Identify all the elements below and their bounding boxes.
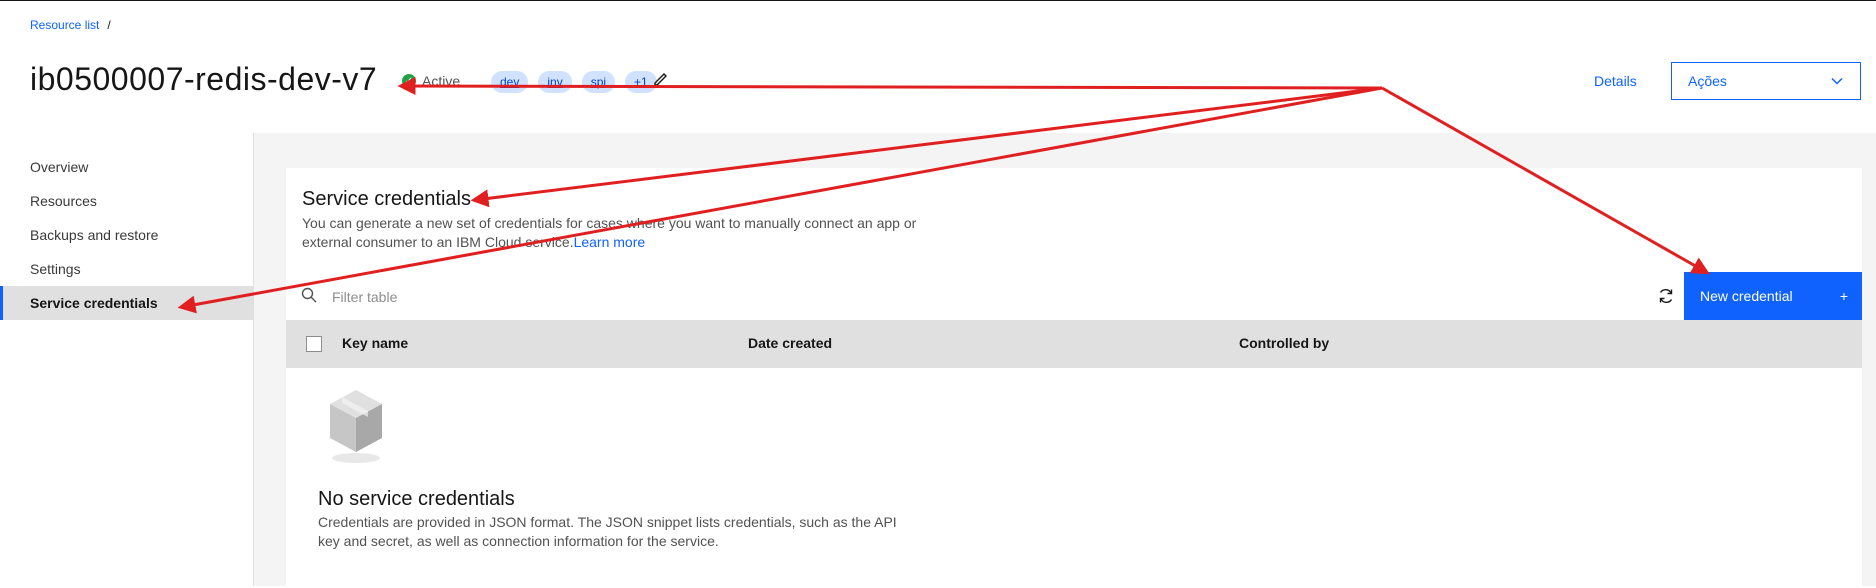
new-credential-label: New credential — [1700, 288, 1793, 304]
tag-dev[interactable]: dev — [491, 71, 529, 93]
sidebar-item-service-credentials[interactable]: Service credentials — [0, 286, 253, 320]
actions-dropdown[interactable]: Ações — [1671, 62, 1861, 100]
sidebar-item-settings[interactable]: Settings — [0, 252, 253, 286]
breadcrumb: Resource list / — [30, 18, 111, 32]
empty-box-icon — [330, 390, 382, 463]
tag-inv[interactable]: inv — [538, 71, 572, 93]
search-icon — [301, 287, 317, 303]
breadcrumb-resource-list-link[interactable]: Resource list — [30, 18, 99, 32]
details-link[interactable]: Details — [1594, 73, 1637, 89]
check-circle-icon: ✓ — [402, 74, 416, 88]
service-credentials-card: Service credentials You can generate a n… — [286, 168, 1862, 588]
new-credential-button[interactable]: New credential + — [1684, 272, 1862, 320]
page-title: ib0500007-redis-dev-v7 — [30, 61, 378, 97]
learn-more-link[interactable]: Learn more — [574, 234, 646, 250]
edit-pencil-icon[interactable] — [652, 70, 670, 88]
sidebar-item-resources[interactable]: Resources — [0, 184, 253, 218]
chevron-down-icon — [1831, 77, 1843, 85]
table-toolbar: New credential + — [286, 272, 1862, 320]
section-description: You can generate a new set of credential… — [302, 214, 942, 252]
table-header: Key name Date created Controlled by — [286, 320, 1862, 368]
column-header-date-created[interactable]: Date created — [748, 335, 832, 351]
empty-state-description: Credentials are provided in JSON format.… — [318, 514, 897, 549]
column-header-controlled-by[interactable]: Controlled by — [1239, 335, 1329, 351]
status-indicator: ✓ Active — [402, 73, 460, 89]
tag-list: dev inv spi +1 — [491, 71, 657, 93]
status-label: Active — [422, 73, 461, 89]
page-header: Resource list / ib0500007-redis-dev-v7 ✓… — [0, 1, 1876, 134]
select-all-checkbox[interactable] — [306, 336, 322, 352]
breadcrumb-separator: / — [107, 18, 111, 32]
sidebar-item-overview[interactable]: Overview — [0, 150, 253, 184]
section-title: Service credentials — [302, 188, 471, 210]
actions-dropdown-label: Ações — [1688, 73, 1727, 89]
filter-table-input[interactable] — [330, 282, 934, 312]
refresh-icon[interactable] — [1656, 286, 1676, 306]
sidebar-item-backups[interactable]: Backups and restore — [0, 218, 253, 252]
main-content: Service credentials You can generate a n… — [254, 133, 1876, 588]
tag-spi[interactable]: spi — [581, 71, 616, 93]
sidebar-nav: Overview Resources Backups and restore S… — [0, 133, 254, 586]
add-icon: + — [1839, 288, 1848, 304]
column-header-key-name[interactable]: Key name — [342, 335, 408, 351]
empty-state-title: No service credentials — [318, 488, 515, 510]
